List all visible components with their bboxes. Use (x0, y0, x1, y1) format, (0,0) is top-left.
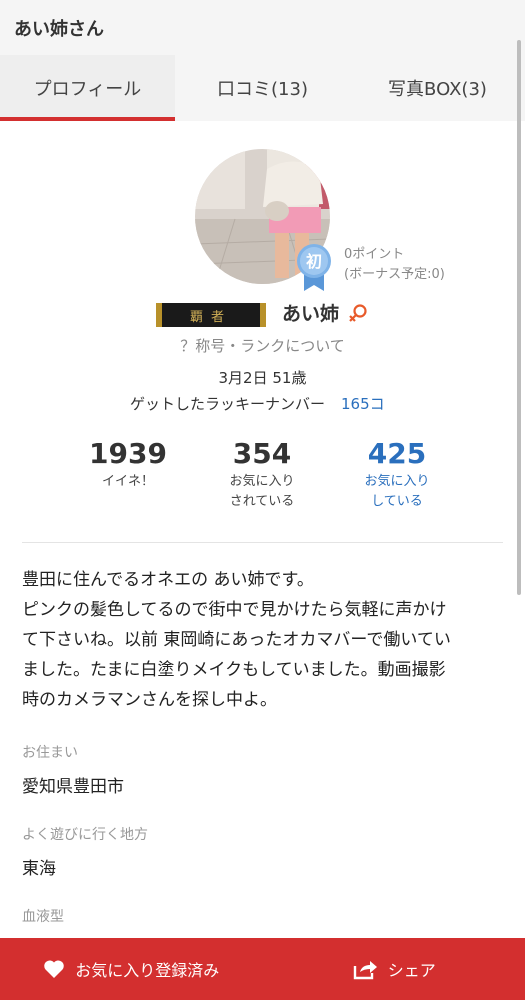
favoriting-label-1[interactable]: お気に入り (327, 472, 467, 492)
favoriting-label-2[interactable]: している (327, 492, 467, 512)
points-info: 0ポイント (ボーナス予定:0) (344, 245, 445, 285)
heart-icon (44, 960, 64, 978)
user-name: あい姉 (282, 303, 340, 325)
favorite-label: お気に入り登録済み (75, 961, 220, 980)
favorited-by-count: 354 (232, 437, 292, 470)
field-blood-type: 血液型 (22, 906, 64, 926)
tab-reviews[interactable]: 口コミ(13) (175, 55, 350, 121)
bio-line: て下さいね。以前 東岡崎にあったオカマバーで働いてい (22, 630, 451, 650)
divider (22, 542, 503, 543)
share-icon (353, 961, 377, 980)
bio-line: 豊田に住んでるオネエの あい姉です。 (22, 570, 314, 590)
bio-line: ピンクの髪色してるので街中で見かけたら気軽に声かけ (22, 600, 447, 620)
bio-text: 豊田に住んでるオネエの あい姉です。 ピンクの髪色してるので街中で見かけたら気軽… (22, 565, 500, 715)
tab-photo-box[interactable]: 写真BOX(3) (350, 55, 525, 121)
lucky-number-row: ゲットしたラッキーナンバー 165コ (130, 393, 385, 414)
points-value: 0ポイント (344, 247, 405, 262)
favorited-by-label-2: されている (229, 494, 295, 509)
tab-profile[interactable]: プロフィール (0, 55, 175, 121)
field-value: 東海 (22, 859, 56, 879)
share-label: シェア (387, 961, 436, 980)
favoriting-count[interactable]: 425 (327, 437, 467, 470)
stat-favoriting[interactable]: 425 お気に入り している (327, 437, 467, 512)
stat-likes: 1939 イイネ！ (58, 437, 198, 492)
page-title: あい姉さん (14, 18, 104, 40)
bio-line: 時のカメラマンさんを探し中よ。 (22, 690, 277, 710)
likes-count: 1939 (89, 437, 167, 470)
bio-line: ました。たまに白塗りメイクもしていました。動画撮影 (22, 660, 446, 680)
field-label: お住まい (22, 745, 78, 761)
field-label: よく遊びに行く地方 (22, 827, 148, 843)
lucky-number-label: ゲットしたラッキーナンバー (130, 395, 326, 413)
favorite-button[interactable]: お気に入り登録済み (0, 938, 263, 1000)
rank-info-link[interactable]: ？称号・ランクについて (0, 335, 525, 356)
profile-section: 初 0ポイント (ボーナス予定:0) 覇者 あい姉 ？称号・ランクについて 3月… (0, 121, 525, 541)
female-icon (349, 303, 367, 322)
field-residence: お住まい 愛知県豊田市 (22, 742, 124, 797)
rank-ribbon-label: 初 (306, 252, 322, 271)
birthday-age: 3月2日 51歳 (218, 369, 307, 387)
lucky-number-link[interactable]: 165コ (341, 393, 385, 414)
rank-ribbon-icon: 初 (297, 244, 331, 291)
field-value: 愛知県豊田市 (22, 777, 124, 797)
field-hangout-region: よく遊びに行く地方 東海 (22, 824, 148, 879)
likes-label: イイネ！ (101, 474, 154, 489)
bonus-points: (ボーナス予定:0) (344, 267, 445, 282)
share-button[interactable]: シェア (263, 938, 525, 1000)
favorited-by-label-1: お気に入り (229, 474, 295, 489)
rank-title-badge: 覇者 (156, 303, 266, 327)
field-label: 血液型 (22, 909, 64, 925)
app-header: あい姉さん (0, 0, 525, 55)
tab-bar: プロフィール 口コミ(13) 写真BOX(3) (0, 55, 525, 121)
stat-favorited-by: 354 お気に入り されている (192, 437, 332, 512)
bottom-action-bar: お気に入り登録済み シェア (0, 938, 525, 1000)
name-row: あい姉 (282, 299, 369, 326)
